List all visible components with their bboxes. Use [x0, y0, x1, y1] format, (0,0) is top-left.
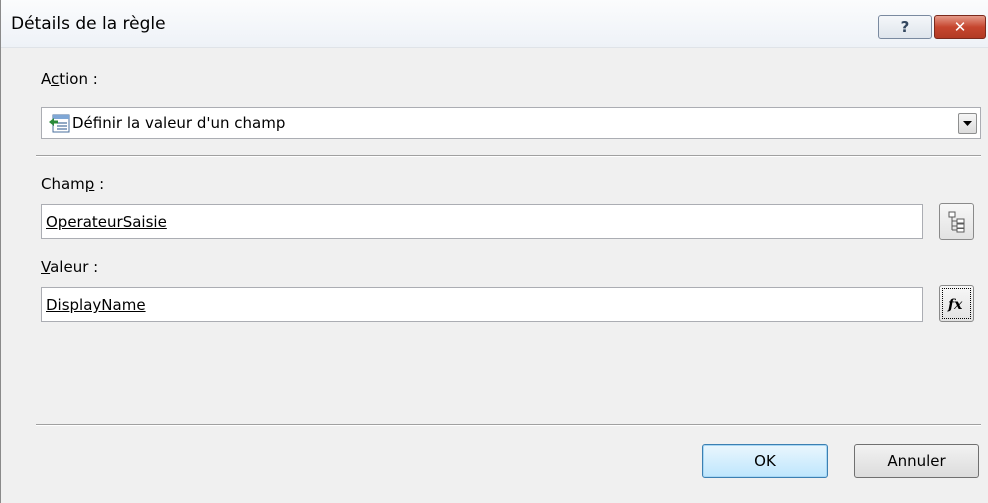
separator-bottom: [36, 424, 981, 426]
champ-label: Champ :: [41, 175, 104, 193]
action-label-text-end: tion :: [59, 70, 98, 88]
action-label-accesskey: c: [51, 70, 60, 88]
chevron-down-icon: [963, 121, 972, 126]
set-field-value-icon: [49, 114, 70, 133]
rule-details-dialog: Détails de la règle ? ✕ Action : Définir…: [0, 0, 988, 503]
valeur-label-text-end: aleur :: [50, 258, 99, 276]
dialog-title: Détails de la règle: [11, 14, 166, 34]
champ-field[interactable]: OperateurSaisie: [41, 204, 923, 239]
valeur-field[interactable]: DisplayName: [41, 287, 923, 322]
action-selected-value: Définir la valeur d'un champ: [72, 114, 286, 132]
action-label-text-start: A: [41, 70, 51, 88]
champ-value: OperateurSaisie: [46, 213, 167, 231]
field-tree-icon: [948, 211, 964, 232]
champ-label-text-end: :: [94, 175, 105, 193]
cancel-button[interactable]: Annuler: [854, 444, 979, 478]
formula-button[interactable]: fx: [939, 285, 974, 322]
ok-button[interactable]: OK: [702, 444, 828, 478]
action-dropdown[interactable]: Définir la valeur d'un champ: [41, 107, 981, 139]
close-button[interactable]: ✕: [934, 15, 986, 39]
svg-text:fx: fx: [947, 297, 963, 313]
title-bar[interactable]: Détails de la règle ? ✕: [1, 0, 988, 48]
champ-label-text-start: Cham: [41, 175, 85, 193]
valeur-label: Valeur :: [41, 258, 98, 276]
select-field-button[interactable]: [939, 203, 974, 240]
valeur-label-accesskey: V: [41, 258, 51, 276]
valeur-value: DisplayName: [46, 296, 146, 314]
close-icon: ✕: [953, 18, 967, 36]
help-button[interactable]: ?: [878, 15, 932, 39]
action-label: Action :: [41, 70, 98, 88]
function-fx-icon: fx: [947, 297, 963, 313]
separator-top: [36, 155, 981, 157]
dropdown-arrow-button[interactable]: [958, 113, 977, 134]
champ-label-accesskey: p: [84, 175, 95, 193]
help-icon: ?: [900, 18, 910, 36]
